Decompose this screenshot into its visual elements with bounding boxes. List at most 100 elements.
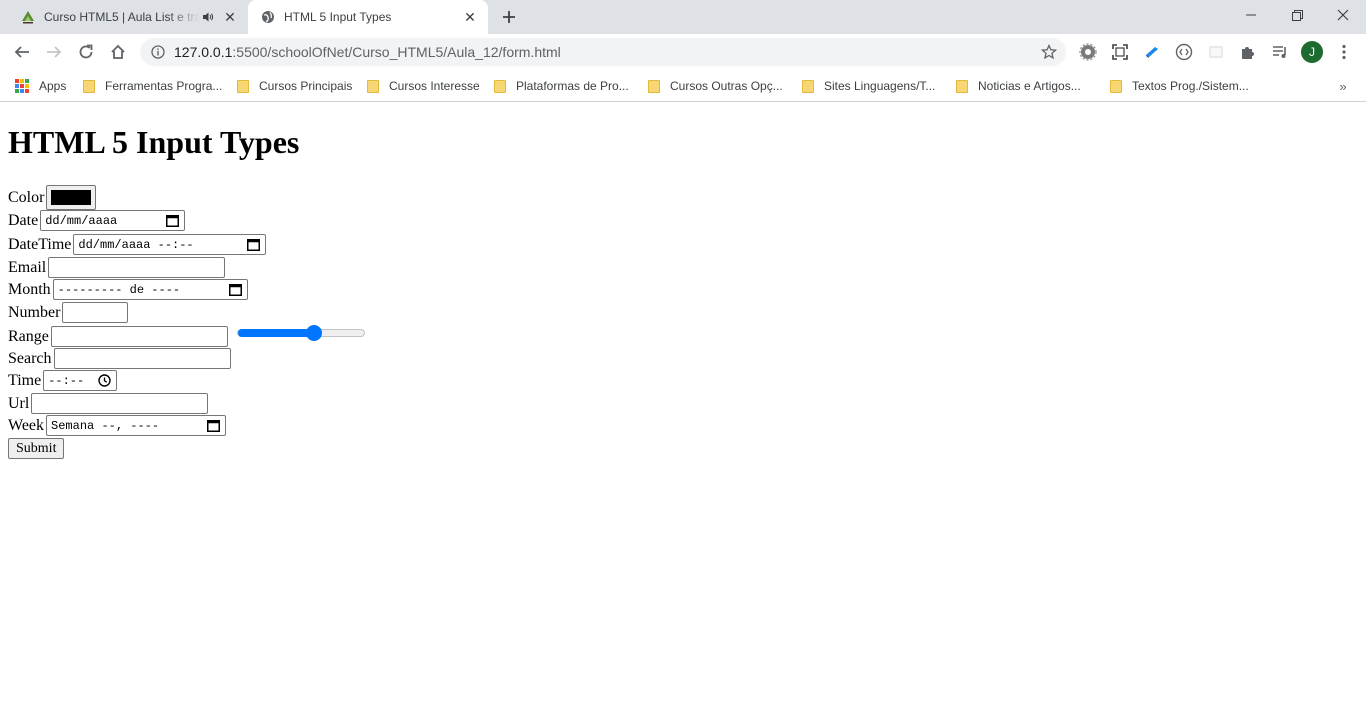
globe-icon — [260, 9, 276, 25]
url-path: :5500/schoolOfNet/Curso_HTML5/Aula_12/fo… — [232, 44, 561, 60]
bookmark-label: Ferramentas Progra... — [105, 79, 223, 93]
submit-row: Submit — [8, 438, 65, 459]
clock-icon[interactable] — [98, 374, 111, 387]
book-extension-icon[interactable] — [1142, 42, 1162, 62]
restore-button[interactable] — [1274, 0, 1320, 30]
number-label: Number — [8, 303, 61, 321]
calendar-icon[interactable] — [247, 238, 261, 251]
bookmark-folder[interactable]: Cursos Outras Opç... — [648, 76, 783, 96]
color-row: Color — [8, 185, 97, 210]
color-swatch — [51, 190, 92, 205]
bookmark-label: Textos Prog./Sistem... — [1132, 79, 1249, 93]
speaker-icon[interactable] — [200, 9, 216, 25]
bookmark-label: Cursos Interesse — [389, 79, 480, 93]
bookmark-folder[interactable]: Cursos Interesse — [367, 76, 480, 96]
tab-strip: Curso HTML5 | Aula List e tra ✕ HTML 5 I… — [0, 0, 1366, 34]
submit-button[interactable]: Submit — [8, 438, 65, 459]
bookmark-label: Plataformas de Pro... — [516, 79, 629, 93]
url-input[interactable] — [31, 393, 209, 414]
media-queue-icon[interactable] — [1270, 42, 1290, 62]
bookmark-folder[interactable]: Sites Linguagens/T... — [802, 76, 935, 96]
tab-title: HTML 5 Input Types — [284, 10, 392, 24]
email-label: Email — [8, 258, 47, 276]
bookmark-label: Cursos Principais — [259, 79, 353, 93]
tab-title: Curso HTML5 | Aula List e tra — [44, 10, 200, 24]
search-label: Search — [8, 349, 52, 367]
date-label: Date — [8, 211, 39, 229]
datetime-input[interactable]: dd/mm/aaaa --:-- — [73, 234, 267, 255]
page-content: HTML 5 Input Types Color Date dd/mm/aaaa… — [0, 103, 1366, 728]
apps-grid-icon — [15, 79, 29, 93]
email-field[interactable] — [48, 257, 226, 278]
reload-button[interactable] — [73, 39, 99, 65]
bookmark-folder[interactable]: Plataformas de Pro... — [494, 76, 629, 96]
back-button[interactable] — [9, 39, 35, 65]
close-tab-icon[interactable]: ✕ — [222, 9, 238, 25]
folder-icon — [956, 79, 968, 93]
number-input[interactable] — [62, 302, 129, 323]
bookmark-folder[interactable]: Cursos Principais — [237, 76, 352, 96]
bookmark-folder[interactable]: Noticias e Artigos... — [956, 76, 1081, 96]
puzzle-extensions-icon[interactable] — [1238, 42, 1258, 62]
bookmark-folder[interactable]: Ferramentas Progra... — [83, 76, 222, 96]
range-slider-thumb[interactable] — [306, 325, 322, 341]
range-label: Range — [8, 327, 49, 345]
url-text: 127.0.0.1:5500/schoolOfNet/Curso_HTML5/A… — [174, 44, 561, 60]
folder-icon — [494, 79, 506, 93]
new-tab-button[interactable] — [498, 6, 520, 28]
close-tab-icon[interactable]: ✕ — [462, 9, 478, 25]
search-row: Search — [8, 348, 231, 369]
folder-icon — [367, 79, 379, 93]
bookmarks-bar: Apps Ferramentas Progra... Cursos Princi… — [0, 70, 1366, 102]
datetime-row: DateTime dd/mm/aaaa --:-- — [8, 234, 267, 255]
range-text-input[interactable] — [50, 326, 228, 347]
code-extension-icon[interactable] — [1174, 42, 1194, 62]
month-placeholder: --------- de ---- — [57, 282, 181, 297]
course-favicon-icon — [20, 9, 36, 25]
blank-extension-icon[interactable] — [1206, 42, 1226, 62]
folder-icon — [83, 79, 95, 93]
tab-html5-input-types[interactable]: HTML 5 Input Types ✕ — [248, 0, 488, 34]
search-input[interactable] — [53, 348, 231, 369]
number-row: Number — [8, 302, 129, 323]
date-placeholder: dd/mm/aaaa — [45, 213, 118, 228]
address-bar[interactable]: 127.0.0.1:5500/schoolOfNet/Curso_HTML5/A… — [140, 38, 1066, 66]
datetime-label: DateTime — [8, 235, 72, 253]
minimize-button[interactable] — [1228, 0, 1274, 30]
week-input[interactable]: Semana --, ---- — [46, 415, 227, 436]
month-input[interactable]: --------- de ---- — [52, 279, 248, 300]
bookmark-label: Sites Linguagens/T... — [824, 79, 936, 93]
gear-extension-icon[interactable] — [1078, 42, 1098, 62]
color-input[interactable] — [46, 185, 97, 210]
url-label: Url — [8, 394, 30, 412]
time-input[interactable]: --:-- — [43, 370, 118, 391]
calendar-icon[interactable] — [207, 419, 221, 432]
screenshot-extension-icon[interactable] — [1110, 42, 1130, 62]
info-icon[interactable] — [150, 44, 166, 60]
bookmark-star-icon[interactable] — [1040, 43, 1058, 61]
month-row: Month --------- de ---- — [8, 279, 248, 300]
week-label: Week — [8, 416, 45, 434]
profile-avatar[interactable]: J — [1301, 41, 1323, 63]
date-input[interactable]: dd/mm/aaaa — [40, 210, 186, 231]
range-slider[interactable] — [237, 325, 365, 341]
time-placeholder: --:-- — [48, 373, 85, 388]
bookmark-apps[interactable]: Apps — [15, 76, 66, 96]
calendar-icon[interactable] — [166, 214, 180, 227]
forward-button[interactable] — [41, 39, 67, 65]
more-bookmarks-chevron-icon[interactable]: » — [1334, 76, 1352, 96]
tab-curso-html5[interactable]: Curso HTML5 | Aula List e tra ✕ — [8, 0, 248, 34]
bookmark-label: Apps — [39, 79, 67, 93]
folder-icon — [648, 79, 660, 93]
page-heading: HTML 5 Input Types — [8, 124, 300, 160]
week-row: Week Semana --, ---- — [8, 415, 227, 436]
home-button[interactable] — [105, 39, 131, 65]
calendar-icon[interactable] — [228, 283, 242, 296]
email-row: Email — [8, 257, 226, 278]
date-row: Date dd/mm/aaaa — [8, 210, 186, 231]
bookmark-folder[interactable]: Textos Prog./Sistem... — [1110, 76, 1249, 96]
bookmark-label: Cursos Outras Opç... — [670, 79, 783, 93]
menu-dots-icon[interactable] — [1334, 42, 1354, 62]
close-window-button[interactable] — [1320, 0, 1366, 30]
browser-toolbar: 127.0.0.1:5500/schoolOfNet/Curso_HTML5/A… — [0, 34, 1366, 70]
